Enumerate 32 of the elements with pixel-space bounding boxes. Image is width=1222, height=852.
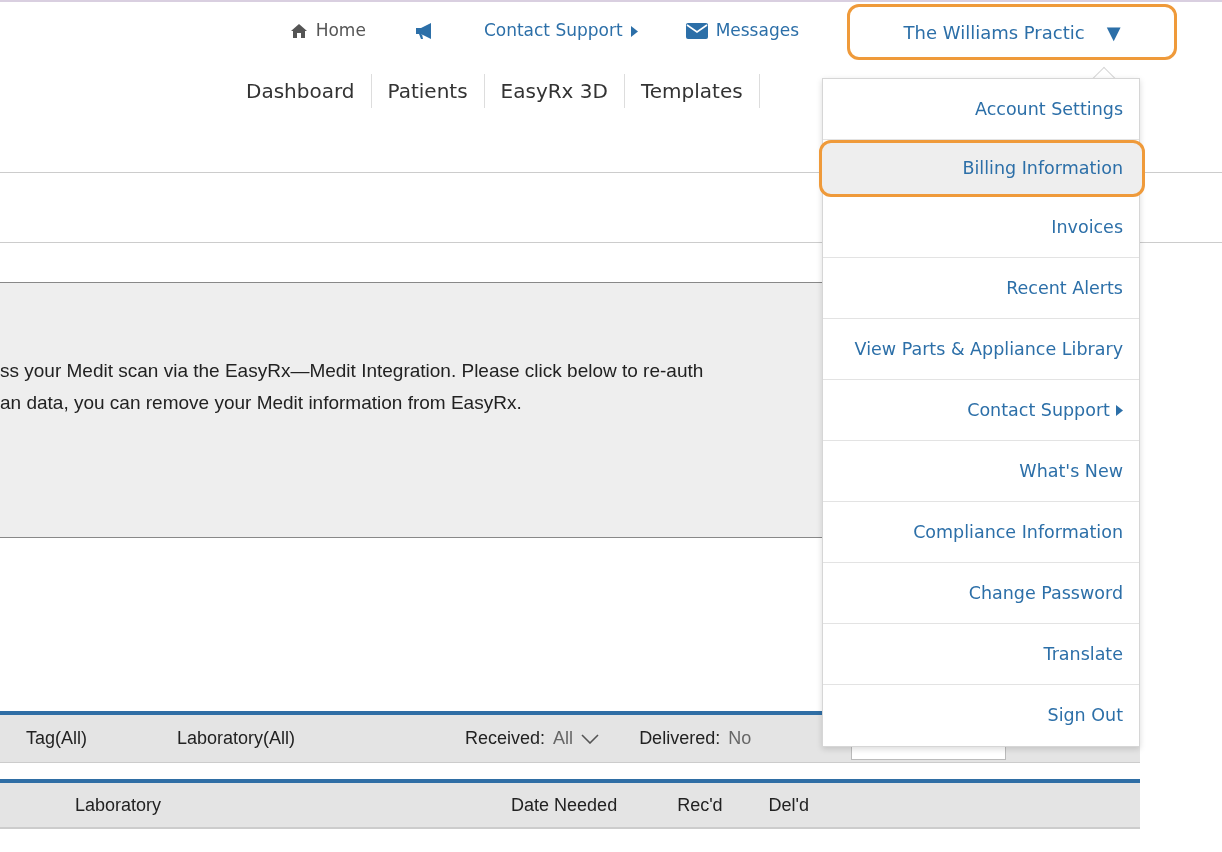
column-header: Date Needed: [511, 793, 618, 817]
menu-item[interactable]: Invoices: [823, 197, 1139, 258]
nav-tab[interactable]: Dashboard: [230, 74, 372, 108]
column-header: Rec'd: [677, 793, 723, 817]
user-menu-button[interactable]: The Williams Practic ▼: [847, 4, 1177, 60]
filter-control[interactable]: Received: All: [465, 725, 600, 752]
menu-item[interactable]: Contact Support: [823, 380, 1139, 441]
menu-item[interactable]: What's New: [823, 441, 1139, 502]
filter-control[interactable]: Delivered: No: [639, 725, 752, 752]
nav-tab[interactable]: Patients: [371, 74, 485, 108]
nav-link[interactable]: Messages: [685, 18, 799, 44]
notice-text: ss your Medit scan via the EasyRx—Medit Integration. Please click below to re-auth: [0, 359, 705, 383]
menu-item[interactable]: Compliance Information: [823, 502, 1139, 563]
menu-item[interactable]: Recent Alerts: [823, 258, 1139, 319]
menu-item[interactable]: Sign Out: [823, 685, 1139, 746]
menu-item[interactable]: Translate: [823, 624, 1139, 685]
home-icon: [289, 23, 308, 39]
notice-text: an data, you can remove your Medit information from EasyRx.: [0, 391, 523, 415]
envelope-icon: [685, 23, 708, 39]
nav-link[interactable]: Contact Support: [483, 18, 638, 44]
nav-tab[interactable]: Templates: [624, 74, 760, 108]
menu-item[interactable]: View Parts & Appliance Library: [823, 319, 1139, 380]
nav-tab[interactable]: EasyRx 3D: [484, 74, 625, 108]
column-header: Del'd: [768, 793, 810, 817]
menu-item[interactable]: Change Password: [823, 563, 1139, 624]
chevron-down-icon: [581, 733, 600, 744]
menu-item[interactable]: Billing Information: [819, 140, 1145, 197]
filter-control[interactable]: Tag(All): [26, 725, 87, 752]
caret-icon: [630, 25, 638, 37]
filter-control[interactable]: Laboratory(All): [177, 725, 296, 752]
column-header: Laboratory: [75, 793, 162, 817]
nav-link[interactable]: Home: [289, 18, 366, 44]
